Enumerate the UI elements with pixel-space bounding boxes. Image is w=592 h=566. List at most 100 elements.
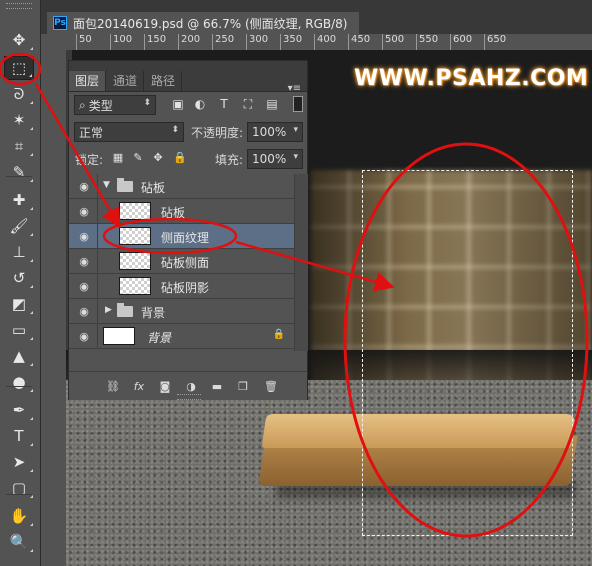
type-icon: T: [14, 427, 24, 445]
layer-name: 砧板阴影: [161, 281, 210, 295]
pen-icon: ✒: [12, 401, 26, 419]
smart-object-filter-icon[interactable]: ▤: [263, 95, 281, 113]
eyedropper-icon: ✎: [12, 163, 26, 181]
panel-tabs: 图层 通道 路径 ▾≡: [69, 71, 307, 94]
lock-icon: 🔒: [272, 329, 285, 340]
layer-group-cutting-board[interactable]: ◉ ▼ 砧板: [69, 174, 307, 199]
document-tab-title: 面包20140619.psd @ 66.7% (侧面纹理, RGB/8): [73, 16, 348, 31]
eye-icon[interactable]: ◉: [77, 279, 91, 293]
layer-filter-dropdown[interactable]: ⌕ 类型 ⬍: [74, 95, 156, 115]
eye-icon[interactable]: ◉: [77, 229, 91, 243]
watermark-text: WWW.PSAHZ.COM: [354, 66, 589, 91]
layers-scrollbar[interactable]: [294, 174, 308, 351]
lock-all-icon[interactable]: 🔒: [173, 150, 187, 164]
panel-resize-grip[interactable]: [177, 394, 201, 400]
pen-tool[interactable]: ✒: [4, 398, 34, 422]
lock-image-icon[interactable]: ✎: [131, 150, 145, 164]
eye-icon[interactable]: ◉: [77, 204, 91, 218]
filter-toggle-icon[interactable]: [289, 95, 307, 113]
gradient-tool[interactable]: ▭: [4, 318, 34, 342]
layer-background[interactable]: ◉ 背景 🔒: [69, 324, 307, 349]
blend-mode-dropdown[interactable]: 正常 ⬍: [74, 122, 184, 142]
tab-layers[interactable]: 图层: [69, 71, 107, 91]
tools-panel: ✥ ⬚ ᘐ ✶ ⌗ ✎ ✚ 🖌 ⊥ ↺ ◩ ▭ ▲ ● ✒ T ➤ ▢ ✋ 🔍: [0, 0, 41, 566]
horizontal-ruler: 50 100 150 200 250 300 350 400 450 500 550 600 650: [66, 34, 592, 51]
lasso-tool[interactable]: ᘐ: [4, 82, 34, 106]
rectangular-marquee-tool[interactable]: ⬚: [4, 56, 34, 80]
fill-label: 填充:: [215, 153, 244, 167]
history-brush-tool[interactable]: ↺: [4, 266, 34, 290]
layers-panel: 图层 通道 路径 ▾≡ ⌕ 类型 ⬍ ▣ ◐ T ⛶ ▤ 正常 ⬍ 不透明度: …: [68, 60, 308, 400]
adjustment-layer-icon[interactable]: ◑: [183, 379, 199, 393]
blur-icon: ▲: [13, 347, 25, 365]
blur-tool[interactable]: ▲: [4, 344, 34, 368]
ruler-tick-label: 500: [382, 34, 404, 50]
healing-brush-tool[interactable]: ✚: [4, 188, 34, 212]
new-group-icon[interactable]: ▬: [209, 379, 225, 393]
collapse-triangle-icon[interactable]: ▶: [105, 305, 112, 315]
eye-icon[interactable]: ◉: [77, 329, 91, 343]
crop-tool[interactable]: ⌗: [4, 134, 34, 158]
layer-board-side[interactable]: ◉ 砧板侧面: [69, 249, 307, 274]
chevron-down-icon: ⬍: [143, 98, 151, 108]
trash-icon[interactable]: 🗑: [263, 379, 279, 393]
type-tool[interactable]: T: [4, 424, 34, 448]
magic-wand-tool[interactable]: ✶: [4, 108, 34, 132]
gradient-icon: ▭: [11, 321, 27, 339]
layer-thumbnail: [119, 227, 151, 245]
panel-title-bar[interactable]: [69, 61, 307, 71]
clone-stamp-tool[interactable]: ⊥: [4, 240, 34, 264]
path-selection-tool[interactable]: ➤: [4, 450, 34, 474]
ruler-tick-label: 50: [76, 34, 92, 50]
zoom-tool[interactable]: 🔍: [4, 530, 34, 554]
layer-name: 砧板: [141, 181, 166, 195]
tab-channels[interactable]: 通道: [107, 71, 145, 91]
eye-icon[interactable]: ◉: [77, 179, 91, 193]
eraser-tool[interactable]: ◩: [4, 292, 34, 316]
opacity-field[interactable]: 100% ▾: [247, 122, 303, 142]
move-tool[interactable]: ✥: [4, 28, 34, 52]
layer-side-texture[interactable]: ◉ 侧面纹理: [69, 224, 307, 249]
tab-paths[interactable]: 路径: [145, 71, 183, 91]
chevron-down-icon: ▾: [293, 125, 298, 135]
fill-field[interactable]: 100% ▾: [247, 149, 303, 169]
path-selection-icon: ➤: [12, 453, 26, 471]
dodge-tool[interactable]: ●: [4, 370, 34, 394]
eye-icon[interactable]: ◉: [77, 304, 91, 318]
mask-icon[interactable]: ◙: [157, 379, 173, 393]
document-tab[interactable]: Ps 面包20140619.psd @ 66.7% (侧面纹理, RGB/8): [47, 12, 360, 34]
search-icon: ⌕: [79, 97, 86, 112]
shape-tool[interactable]: ▢: [4, 476, 34, 500]
layer-cutting-board[interactable]: ◉ 砧板: [69, 199, 307, 224]
filter-kind-label: 类型: [88, 98, 113, 113]
type-filter-icon[interactable]: T: [215, 95, 233, 113]
ruler-tick-label: 200: [178, 34, 200, 50]
link-icon[interactable]: ⛓: [105, 379, 121, 393]
shape-filter-icon[interactable]: ⛶: [239, 95, 257, 113]
adjustment-filter-icon[interactable]: ◐: [191, 95, 209, 113]
lock-position-icon[interactable]: ✥: [151, 150, 165, 164]
blend-mode-value: 正常: [79, 125, 104, 140]
eraser-icon: ◩: [11, 295, 27, 313]
fx-icon[interactable]: fx: [131, 379, 147, 393]
eye-icon[interactable]: ◉: [77, 254, 91, 268]
toolbar-grip[interactable]: [6, 3, 32, 9]
hand-icon: ✋: [9, 507, 29, 525]
stamp-icon: ⊥: [12, 243, 26, 261]
panel-menu-icon[interactable]: ▾≡: [288, 83, 301, 94]
hand-tool[interactable]: ✋: [4, 504, 34, 528]
layer-board-shadow[interactable]: ◉ 砧板阴影: [69, 274, 307, 299]
new-layer-icon[interactable]: ❐: [235, 379, 251, 393]
folder-icon: [117, 303, 133, 317]
marquee-selection[interactable]: [362, 170, 573, 536]
lock-transparency-icon[interactable]: ▦: [111, 150, 125, 164]
pixel-filter-icon[interactable]: ▣: [169, 95, 187, 113]
expand-triangle-icon[interactable]: ▼: [103, 180, 110, 190]
layer-name: 背景: [141, 306, 166, 320]
bandage-icon: ✚: [12, 191, 26, 209]
ruler-tick-label: 350: [280, 34, 302, 50]
ruler-tick-label: 300: [246, 34, 268, 50]
layer-group-background[interactable]: ◉ ▶ 背景: [69, 299, 307, 324]
eyedropper-tool[interactable]: ✎: [4, 160, 34, 184]
brush-tool[interactable]: 🖌: [4, 214, 34, 238]
